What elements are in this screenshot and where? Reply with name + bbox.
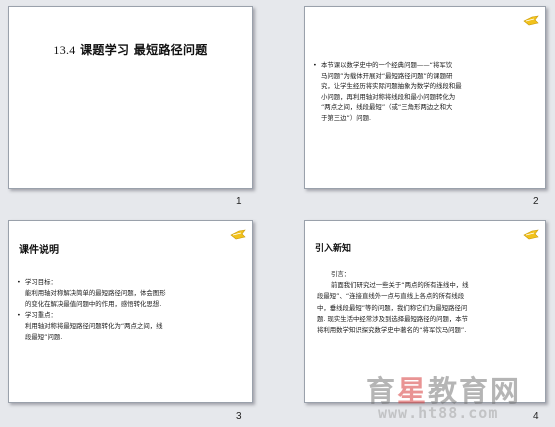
slide-thumbnail-3[interactable]: 课件说明 • 学习目标： 能利用轴对称解决简单的最短路径问题，体会图形 的变化在解… — [8, 220, 253, 403]
slide-number-3: 3 — [236, 411, 242, 422]
key-label: 学习重点： — [25, 311, 57, 319]
slide-2-line: 马问题”为载体开展对“最短路径问题”的课题研 — [321, 71, 453, 80]
slide-2-line: 究，让学生经历将实际问题抽象为数学的线段和最 — [321, 82, 462, 91]
intro-line: 前面我们研究过一些关于“两点的所有连线中，线 — [331, 281, 469, 290]
slide-2-line: “两点之间，线段最短”（或“三角形两边之和大 — [321, 103, 453, 112]
slide-thumbnail-2[interactable]: • 本节课以数学史中的一个经典问题——“将军饮 马问题”为载体开展对“最短路径问题… — [304, 6, 546, 189]
intro-label: 引言： — [331, 270, 351, 278]
goal-line: 的变化在解决最值问题中的作用，感悟转化思想. — [25, 300, 162, 308]
slide-2-body: • 本节课以数学史中的一个经典问题——“将军饮 马问题”为载体开展对“最短路径问题… — [313, 60, 523, 124]
logo-icon — [523, 229, 539, 240]
slide-number-2: 2 — [533, 196, 539, 207]
slide-3-body: • 学习目标： 能利用轴对称解决简单的最短路径问题，体会图形 的变化在解决最值问题… — [17, 277, 245, 343]
intro-line: 段最短”、“连接直线外一点与直线上各点的所有线段 — [317, 292, 465, 301]
goal-line: 能利用轴对称解决简单的最短路径问题，体会图形 — [25, 289, 166, 297]
slide-thumbnail-1[interactable]: 13.4 课题学习 最短路径问题 — [8, 6, 253, 189]
bullet: • — [17, 278, 21, 286]
slide-1-title-text: 课题学习 最短路径问题 — [80, 43, 208, 57]
logo-icon — [523, 15, 539, 26]
intro-line: 中，垂线段最短”等的问题，我们称它们为最短路径问 — [317, 303, 468, 312]
slide-4-body: 引言： 前面我们研究过一些关于“两点的所有连线中，线 段最短”、“连接直线外一点… — [317, 269, 543, 336]
logo-icon — [230, 229, 246, 240]
slide-2-line: 于第三边”）问题. — [321, 113, 372, 122]
intro-line: 题. 现实生活中经常涉及到选择最短路径的问题，本节 — [317, 314, 469, 323]
slide-2-line: 小问题，再利用轴对称将线段和最小问题转化为 — [321, 92, 456, 101]
key-line: 段最短”问题. — [25, 333, 63, 341]
key-line: 利用轴对称将最短路径问题转化为“两点之间，线 — [25, 322, 163, 330]
watermark-url: www.ht88.com — [378, 404, 499, 422]
slide-number-1: 1 — [236, 196, 242, 207]
slide-number-4: 4 — [533, 411, 539, 422]
intro-line: 将利用数学知识探究数学史中著名的“将军饮马问题”. — [317, 326, 467, 335]
slide-4-heading: 引入新知 — [315, 244, 352, 254]
slide-1-title-number: 13.4 — [53, 43, 76, 57]
goal-label: 学习目标： — [25, 278, 57, 286]
slide-3-heading: 课件说明 — [19, 245, 59, 256]
slide-2-line: 本节课以数学史中的一个经典问题——“将军饮 — [321, 61, 453, 69]
bullet: • — [313, 61, 317, 69]
bullet: • — [17, 311, 21, 319]
slide-1-title: 13.4 课题学习 最短路径问题 — [9, 41, 252, 58]
